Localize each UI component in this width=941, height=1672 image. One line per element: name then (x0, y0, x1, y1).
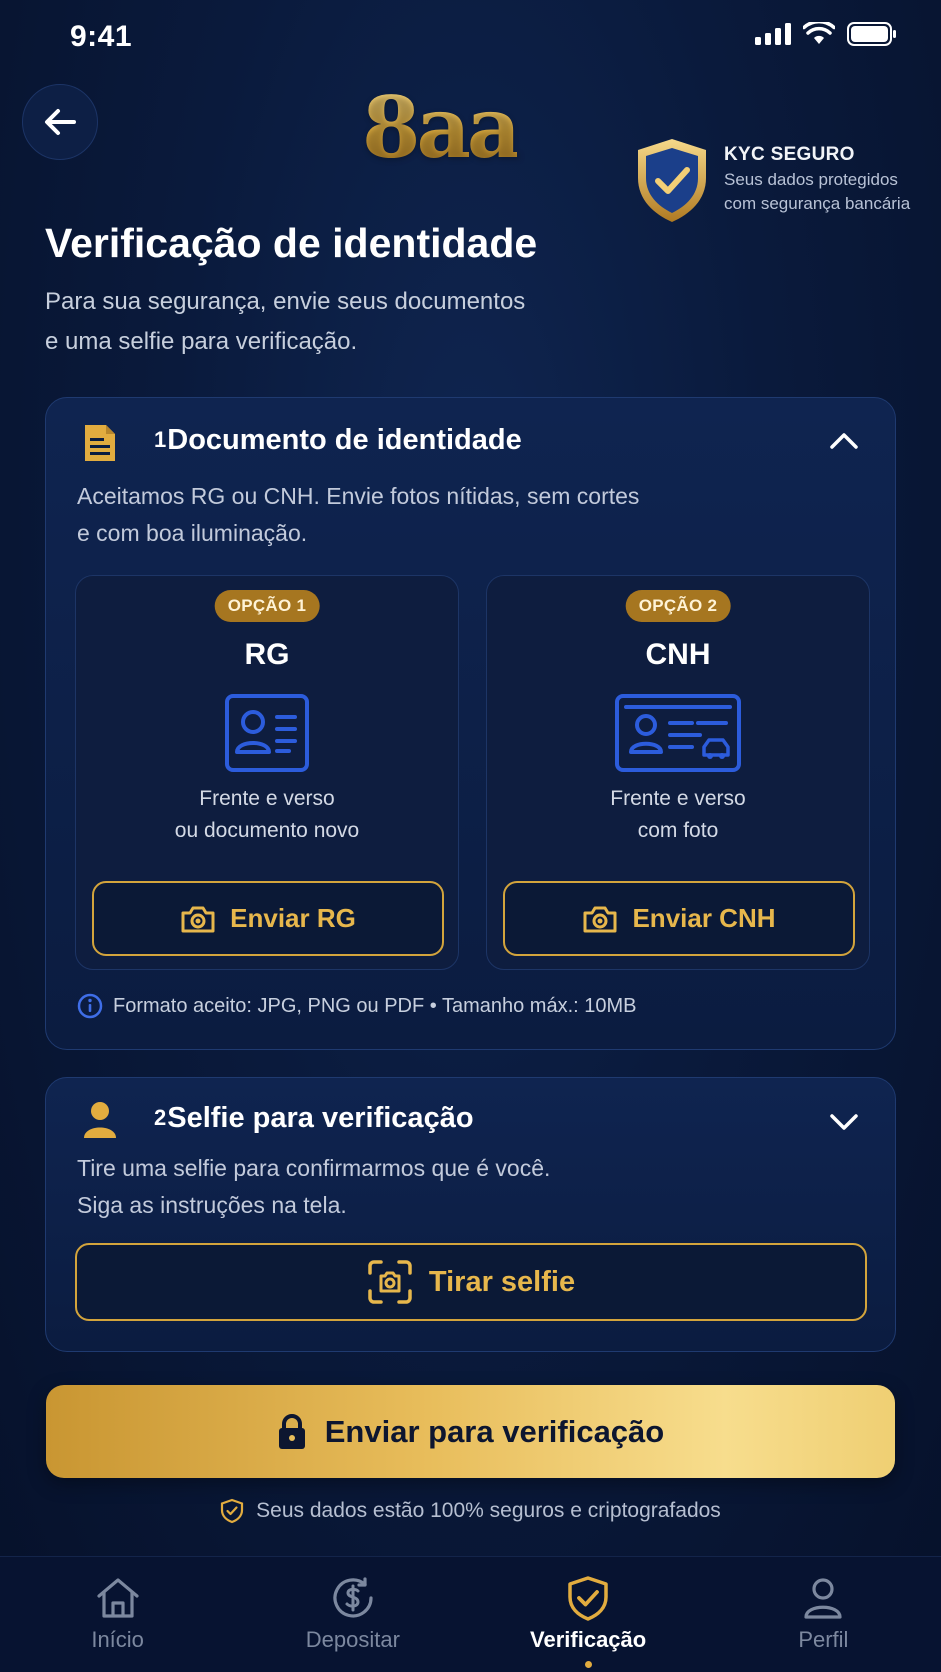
kyc-badge: KYC SEGURO Seus dados protegidos com seg… (634, 134, 934, 224)
nav-label: Verificação (530, 1627, 647, 1652)
document-icon (85, 425, 115, 461)
arrow-left-icon (45, 109, 76, 135)
submit-verification-label: Enviar para verificação (324, 1413, 665, 1449)
nav-label: Início (91, 1627, 144, 1652)
selfie-section-card: 2Selfie para verificação Tire uma selfie… (45, 1077, 896, 1352)
back-button[interactable] (22, 84, 98, 160)
status-bar: 9:41 (0, 0, 941, 80)
kyc-line-2: com segurança bancária (724, 194, 911, 213)
nav-item-verificacao[interactable]: Verificação (471, 1557, 706, 1672)
document-section-title-text: Documento de identidade (167, 424, 522, 456)
page-subtitle-line-1: Para sua segurança, envie seus documento… (45, 288, 526, 315)
document-section-number: 1 (154, 427, 167, 452)
status-icons (755, 22, 897, 46)
secure-note: Seus dados estão 100% seguros e criptogr… (0, 1498, 941, 1524)
kyc-title: KYC SEGURO (724, 144, 855, 165)
nav-label: Depositar (305, 1627, 400, 1652)
send-rg-button[interactable]: Enviar RG (92, 881, 444, 956)
driver-license-icon (615, 694, 741, 772)
document-section-description: Aceitamos RG ou CNH. Envie fotos nítidas… (77, 478, 639, 552)
page-subtitle-line-2: e uma selfie para verificação. (45, 328, 358, 355)
option-desc-line-1: Frente e verso (610, 787, 746, 810)
format-note-text: Formato aceito: JPG, PNG ou PDF • Tamanh… (113, 994, 637, 1017)
bottom-nav: Início Depositar Verificação Perfil (0, 1556, 941, 1672)
take-selfie-label: Tirar selfie (428, 1265, 576, 1298)
face-scan-icon (368, 1260, 412, 1304)
selfie-desc-line-1: Tire uma selfie para confirmarmos que é … (77, 1155, 551, 1181)
shield-check-icon (221, 1498, 244, 1524)
selfie-section-description: Tire uma selfie para confirmarmos que é … (77, 1150, 550, 1224)
selfie-section-title[interactable]: 2Selfie para verificação (154, 1102, 474, 1135)
kyc-line-1: Seus dados protegidos (724, 170, 898, 189)
signal-icon (755, 23, 791, 45)
active-indicator-dot (584, 1661, 592, 1668)
brand-logo: 8aa (362, 78, 521, 177)
chevron-down-icon[interactable] (829, 1112, 859, 1132)
id-card-icon (225, 694, 309, 772)
camera-icon (583, 906, 617, 932)
chevron-up-icon[interactable] (829, 430, 859, 450)
info-icon (77, 993, 103, 1019)
secure-note-text: Seus dados estão 100% seguros e criptogr… (256, 1499, 721, 1522)
shield-check-icon (638, 139, 706, 222)
option-name: CNH (645, 638, 711, 671)
home-icon (97, 1578, 139, 1618)
shield-check-icon (568, 1576, 608, 1621)
camera-icon (181, 906, 215, 932)
battery-icon (847, 22, 896, 46)
wifi-icon (803, 22, 835, 44)
option-card-cnh: OPÇÃO 2 CNH Frente e verso com foto Envi… (486, 575, 870, 970)
option-desc-line-1: Frente e verso (199, 787, 335, 810)
user-icon (804, 1578, 842, 1619)
selfie-section-title-text: Selfie para verificação (167, 1102, 474, 1134)
option-desc-line-2: com foto (637, 819, 719, 842)
document-section-card: 1Documento de identidade Aceitamos RG ou… (45, 397, 896, 1050)
option-name: RG (244, 638, 290, 671)
send-cnh-button[interactable]: Enviar CNH (503, 881, 855, 956)
send-rg-label: Enviar RG (230, 903, 356, 933)
selfie-section-number: 2 (154, 1105, 167, 1130)
send-cnh-label: Enviar CNH (632, 903, 776, 933)
document-section-title[interactable]: 1Documento de identidade (154, 424, 522, 457)
nav-item-perfil[interactable]: Perfil (706, 1557, 941, 1672)
page-title: Verificação de identidade (45, 220, 538, 266)
selfie-desc-line-2: Siga as instruções na tela. (77, 1192, 347, 1218)
status-time: 9:41 (70, 20, 133, 53)
lock-icon (278, 1413, 305, 1449)
nav-item-inicio[interactable]: Início (0, 1557, 235, 1672)
option-description: Frente e verso com foto (487, 783, 869, 847)
dollar-circle-icon (333, 1577, 373, 1618)
take-selfie-button[interactable]: Tirar selfie (75, 1243, 867, 1321)
option-card-rg: OPÇÃO 1 RG Frente e verso ou documento n… (75, 575, 459, 970)
document-desc-line-2: e com boa iluminação. (77, 520, 308, 546)
document-desc-line-1: Aceitamos RG ou CNH. Envie fotos nítidas… (77, 483, 640, 509)
submit-verification-button[interactable]: Enviar para verificação (46, 1385, 895, 1478)
option-badge: OPÇÃO 1 (214, 590, 320, 622)
user-icon (84, 1102, 116, 1138)
nav-item-depositar[interactable]: Depositar (235, 1557, 470, 1672)
format-note: Formato aceito: JPG, PNG ou PDF • Tamanh… (77, 993, 637, 1019)
option-badge: OPÇÃO 2 (625, 590, 731, 622)
page-subtitle: Para sua segurança, envie seus documento… (45, 282, 525, 362)
option-description: Frente e verso ou documento novo (76, 783, 458, 847)
nav-label: Perfil (798, 1627, 849, 1652)
option-desc-line-2: ou documento novo (174, 819, 360, 842)
